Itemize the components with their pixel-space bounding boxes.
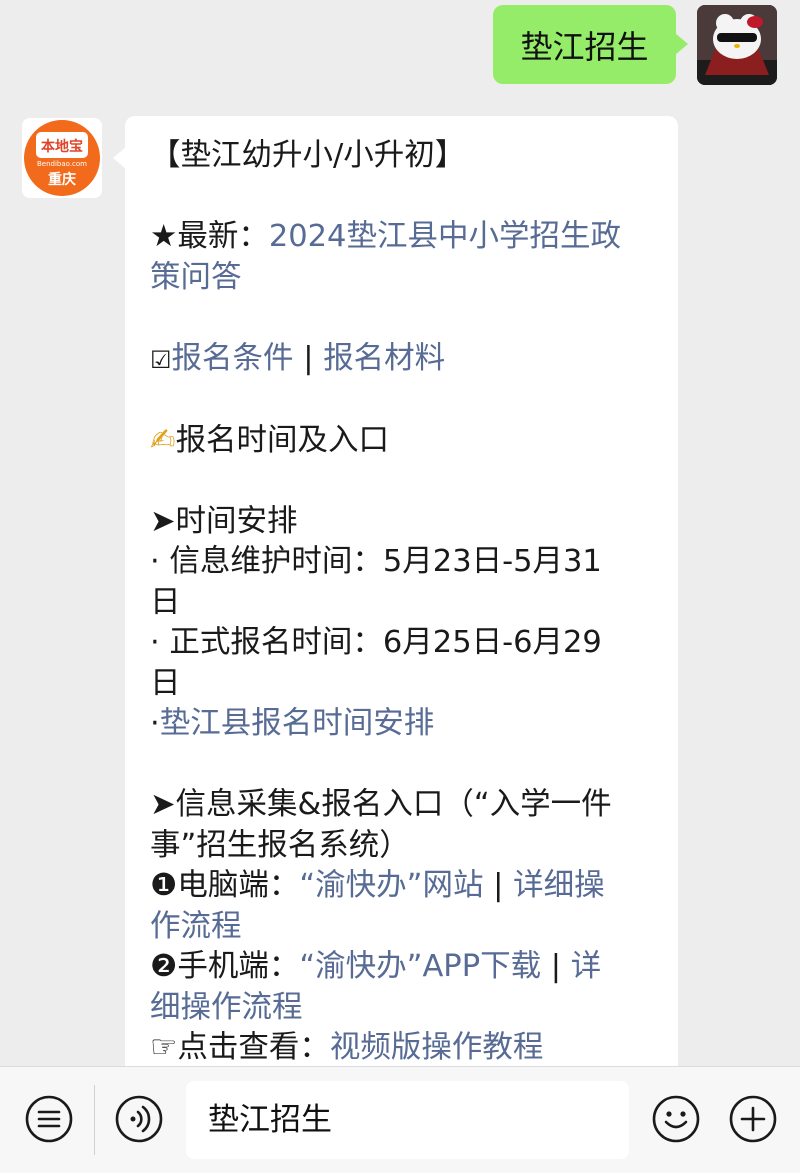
message-title: 【垫江幼升小/小升初】 bbox=[150, 138, 466, 173]
pc-prefix: ❶电脑端： bbox=[150, 868, 300, 903]
menu-list-icon bbox=[25, 1095, 73, 1143]
bullet-dot: · bbox=[150, 706, 160, 741]
writing-hand-icon: ✍ bbox=[150, 422, 176, 458]
entry-heading-cont: 事”招生报名系统） bbox=[150, 827, 410, 863]
bendibao-logo: 本地宝 Bendibao.com 重庆 bbox=[22, 118, 102, 198]
user-message-text: 垫江招生 bbox=[520, 27, 649, 66]
plus-icon bbox=[729, 1095, 777, 1143]
separator-text: | bbox=[541, 949, 571, 984]
latest-policy-link[interactable]: 2024垫江县中小学招生政 bbox=[269, 219, 621, 254]
mobile-app-link[interactable]: “渝快办”APP下载 bbox=[299, 949, 541, 984]
video-tutorial-link[interactable]: 视频版操作教程 bbox=[330, 1030, 544, 1065]
mobile-detail-link[interactable]: 详 bbox=[571, 949, 602, 984]
bot-message-bubble: 【垫江幼升小/小升初】 ★最新：2024垫江县中小学招生政 策问答 ☑报名条件 … bbox=[113, 116, 678, 1066]
divider bbox=[94, 1085, 95, 1155]
logo-text-mid: Bendibao.com bbox=[37, 160, 87, 168]
separator-text: | bbox=[293, 340, 324, 376]
formal-registration-time: · 正式报名时间：6月25日-6月29 bbox=[150, 625, 602, 660]
user-avatar-image bbox=[697, 5, 777, 85]
mobile-detail-link-cont[interactable]: 细操作流程 bbox=[150, 988, 656, 1029]
voice-icon bbox=[115, 1095, 163, 1143]
bot-avatar[interactable]: 本地宝 Bendibao.com 重庆 bbox=[22, 118, 102, 198]
materials-link[interactable]: 报名材料 bbox=[323, 341, 445, 376]
separator-text: | bbox=[483, 868, 514, 903]
logo-text-top: 本地宝 bbox=[41, 138, 83, 155]
logo-text-bottom: 重庆 bbox=[48, 171, 76, 188]
video-line: ☞点击查看：视频版操作教程 bbox=[150, 1028, 656, 1066]
county-schedule-line: ·垫江县报名时间安排 bbox=[150, 704, 656, 745]
pc-detail-link[interactable]: 详细操 bbox=[513, 868, 605, 903]
conditions-link[interactable]: 报名条件 bbox=[172, 341, 294, 376]
user-message-bubble[interactable]: 垫江招生 bbox=[493, 5, 688, 84]
pc-website-link[interactable]: “渝快办”网站 bbox=[299, 868, 483, 903]
pc-entry-line: ❶电脑端：“渝快办”网站 | 详细操 bbox=[150, 866, 656, 907]
conditions-line: ☑报名条件 | 报名材料 bbox=[150, 339, 656, 381]
input-bar: 垫江招生 bbox=[0, 1066, 800, 1173]
emoji-icon bbox=[652, 1095, 700, 1143]
county-schedule-link[interactable]: 垫江县报名时间安排 bbox=[160, 706, 435, 741]
latest-prefix: ★最新： bbox=[150, 219, 269, 254]
pc-detail-link-cont[interactable]: 作流程 bbox=[150, 907, 656, 948]
plus-button[interactable] bbox=[728, 1094, 778, 1144]
latest-line: ★最新：2024垫江县中小学招生政 bbox=[150, 217, 656, 258]
formal-registration-time-cont: 日 bbox=[150, 665, 181, 701]
video-prefix: ☞点击查看： bbox=[150, 1030, 330, 1065]
user-avatar[interactable] bbox=[697, 5, 777, 85]
chat-area[interactable]: 垫江招生 本地宝 Bendibao.com 重庆 【垫江幼升小/小升初】 ★最新… bbox=[0, 0, 800, 1066]
emoji-button[interactable] bbox=[651, 1094, 701, 1144]
time-entry-line: ✍报名时间及入口 bbox=[150, 421, 656, 462]
info-maintenance-time-cont: 日 bbox=[150, 584, 181, 620]
latest-policy-link-cont[interactable]: 策问答 bbox=[150, 258, 656, 299]
time-entry-heading: 报名时间及入口 bbox=[175, 422, 390, 458]
info-maintenance-time: · 信息维护时间：5月23日-5月31 bbox=[150, 544, 602, 579]
checkbox-icon: ☑ bbox=[150, 345, 172, 374]
mobile-entry-line: ❷手机端：“渝快办”APP下载 | 详 bbox=[150, 947, 656, 988]
voice-button[interactable] bbox=[114, 1094, 164, 1144]
entry-heading: ➤信息采集&报名入口（“入学一件 bbox=[150, 787, 612, 822]
menu-button[interactable] bbox=[24, 1094, 74, 1144]
schedule-heading: ➤时间安排 bbox=[150, 503, 298, 539]
mobile-prefix: ❷手机端： bbox=[150, 949, 300, 984]
message-input[interactable]: 垫江招生 bbox=[186, 1081, 629, 1159]
